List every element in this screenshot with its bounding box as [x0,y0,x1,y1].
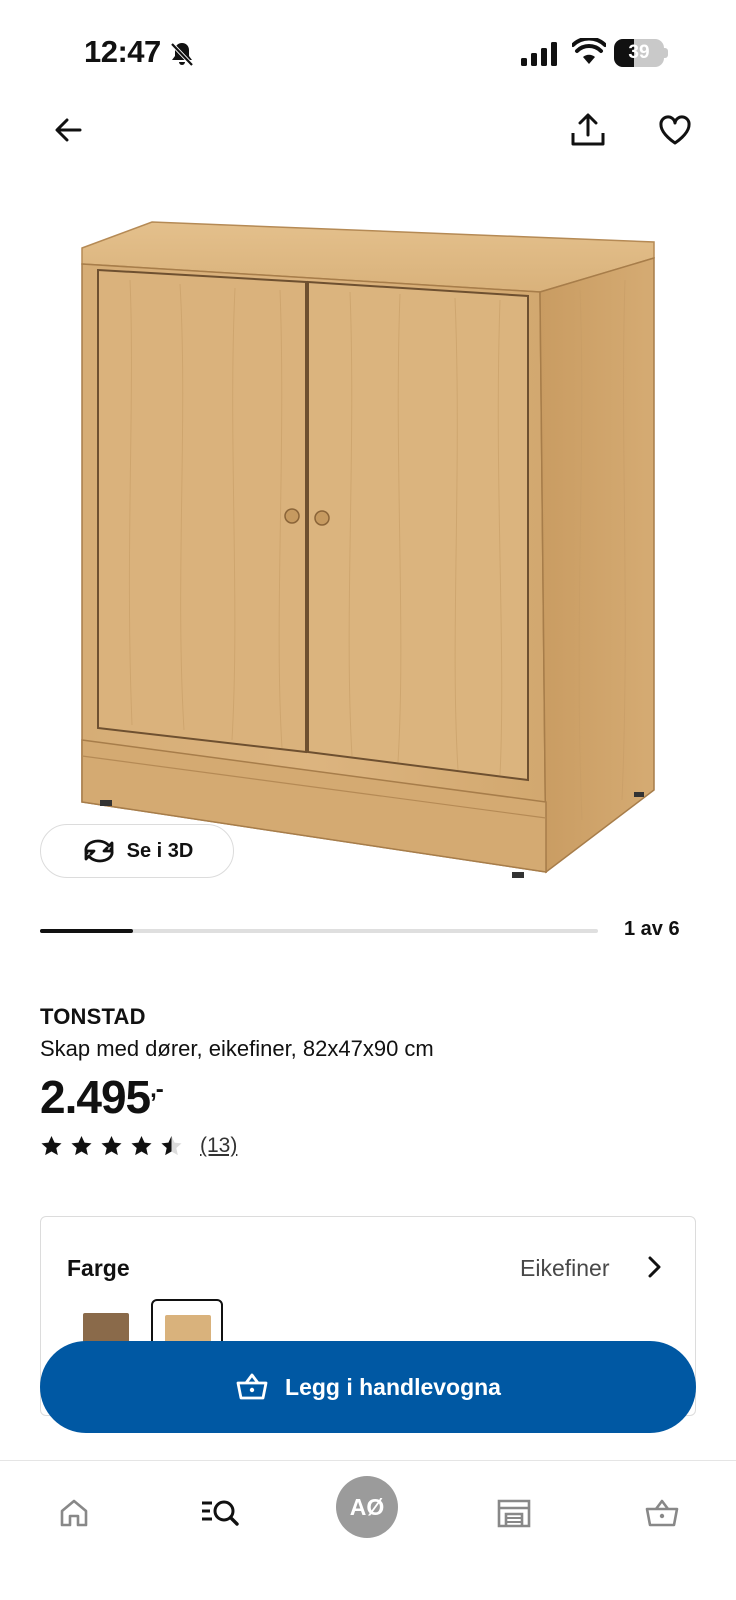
rotate-3d-icon [84,839,114,863]
share-button[interactable] [564,106,612,154]
bottom-nav: AØ [0,1460,736,1600]
image-carousel-progress-fill [40,929,134,933]
add-to-cart-label: Legg i handlevogna [285,1373,501,1400]
home-icon [60,1499,88,1527]
star-half-icon [161,1135,182,1155]
shopping-basket-icon [236,1373,268,1400]
nav-store[interactable] [484,1483,544,1543]
view-3d-label: Se i 3D [126,839,194,862]
battery-icon: 39 [614,39,668,67]
product-image[interactable] [60,200,680,900]
add-to-cart-button[interactable]: Legg i handlevogna [40,1341,696,1433]
star-full-icon [131,1135,152,1155]
rating[interactable]: (13) [40,1134,237,1158]
bell-off-icon [170,42,194,67]
wifi-icon [572,38,606,64]
image-carousel-progress [40,929,598,933]
store-icon [497,1499,531,1528]
variant-selected-value: Eikefiner [520,1255,610,1281]
cabinet-door-left [97,268,307,754]
status-bar: 12:47 39 [0,0,736,100]
cabinet-door-right [307,280,529,782]
cabinet-foot [100,800,112,806]
nav-cart[interactable] [632,1483,692,1543]
share-icon [571,113,605,146]
nav-home[interactable] [44,1483,104,1543]
chevron-right-icon [648,1256,661,1278]
status-time: 12:47 [84,34,161,69]
battery-tip [664,48,668,58]
cabinet-foot [634,792,644,797]
avatar[interactable]: AØ [336,1476,398,1538]
product-price: 2.495,- [40,1070,164,1124]
back-button[interactable] [44,106,92,154]
nav-search[interactable] [190,1483,250,1543]
star-full-icon [71,1135,92,1155]
product-description: Skap med dører, eikefiner, 82x47x90 cm [40,1036,434,1061]
review-count-link[interactable]: (13) [200,1134,237,1158]
cabinet-foot [512,872,524,878]
view-3d-button[interactable]: Se i 3D [40,824,234,878]
image-page-indicator: 1 av 6 [624,918,680,940]
cabinet-side [539,256,655,874]
door-knob-right [314,510,330,526]
variant-label: Farge [67,1255,130,1281]
price-suffix: ,- [150,1076,164,1103]
product-name: TONSTAD [40,1004,146,1029]
star-full-icon [41,1135,62,1155]
price-value: 2.495 [40,1071,151,1123]
arrow-left-icon [55,118,82,142]
door-knob-left [284,508,300,524]
favorite-button[interactable] [651,106,699,154]
battery-level: 39 [628,42,650,63]
search-icon [202,1500,239,1526]
star-full-icon [101,1135,122,1155]
product-page: 12:47 39 Se i 3D 1 av 6 TONSTAD Skap med… [0,0,736,1600]
heart-icon [659,115,691,145]
cart-icon [645,1499,679,1527]
cellular-signal-icon [521,42,557,66]
